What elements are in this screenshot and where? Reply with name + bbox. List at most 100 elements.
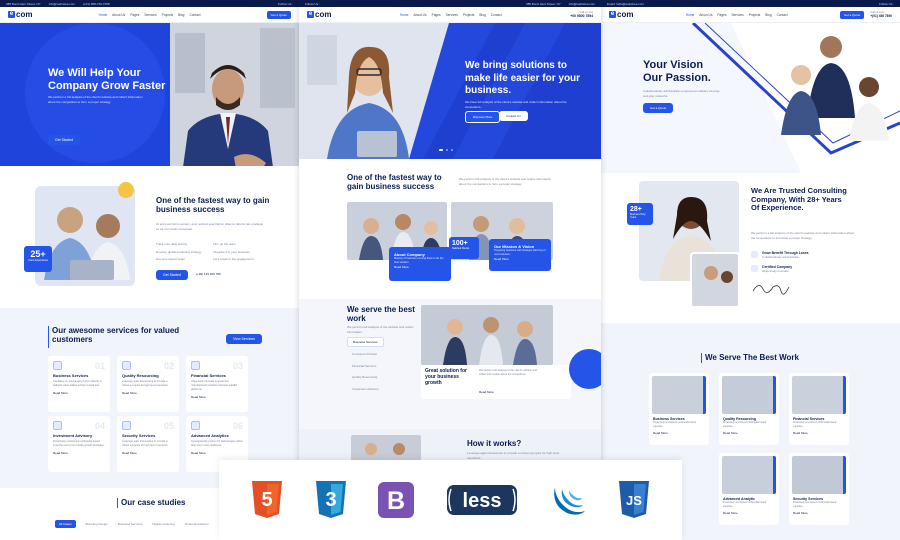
work-card[interactable]: Security Services Proactively envisioned… [789, 453, 849, 525]
nav-about[interactable]: About Us [112, 13, 125, 17]
case-filter-tabs: All Cases Branding Design Business Servi… [55, 520, 209, 528]
service-number: 02 [163, 361, 174, 371]
nav-services[interactable]: Services [446, 13, 458, 17]
view-services-button[interactable]: View Services [226, 334, 262, 344]
nav-services[interactable]: Services [144, 13, 156, 17]
card-text: Proactively envisioned multimedia based … [723, 421, 767, 428]
nav-pages[interactable]: Pages [717, 13, 726, 17]
read-more-link[interactable]: Read More [789, 431, 849, 435]
slider-dot[interactable] [451, 149, 453, 151]
read-more-link[interactable]: Read More [191, 451, 243, 455]
slider-dot[interactable] [439, 149, 443, 151]
read-more-link[interactable]: Read More [719, 431, 779, 435]
site-logo[interactable]: e com [609, 10, 633, 19]
header-phone[interactable]: Call us now +(01) 456 7890 [870, 11, 892, 18]
best-work-title: We serve the best work [347, 305, 415, 324]
nav-blog[interactable]: Blog [479, 13, 485, 17]
get-quote-button[interactable]: Get a Quote [839, 10, 865, 19]
tab-financial-services[interactable]: Financial Services [347, 362, 384, 371]
tab-consumer-product[interactable]: Consumer Product [347, 350, 384, 359]
team-photo [35, 182, 135, 286]
tab-business-services[interactable]: Business Services [118, 520, 143, 528]
nav-about[interactable]: About Us [413, 13, 426, 17]
follow-us-text: Follow Us : [278, 1, 293, 6]
about-company-card[interactable]: About Company Mission of business runnin… [389, 247, 451, 281]
nav-blog[interactable]: Blog [178, 13, 184, 17]
mission-card[interactable]: Our Mission & Vision Preparing business … [489, 239, 551, 271]
tab-quality-resourcing[interactable]: Quality Resourcing [347, 373, 384, 382]
nav-pages[interactable]: Pages [130, 13, 139, 17]
address-text: 385 Bond Hent Street, NY [526, 1, 561, 6]
get-quote-button[interactable]: Get a Quote [266, 10, 291, 19]
read-more-link[interactable]: Read More [191, 395, 243, 399]
logo-text: com [315, 10, 332, 19]
feature-item: Firm up the team [213, 242, 236, 246]
about-title: One of the fastest way to gain business … [156, 196, 270, 215]
jquery-logo [553, 487, 585, 515]
service-card[interactable]: 03 Financial Services Objectively innova… [186, 356, 248, 412]
work-card[interactable]: Business Services Proactively envisioned… [649, 373, 709, 445]
nav-contact[interactable]: Contact [777, 13, 788, 17]
service-tabs: Business Services Consumer Product Finan… [347, 337, 384, 393]
nav-about[interactable]: About Us [699, 13, 712, 17]
service-card[interactable]: 01 Business Services Capitalise on low h… [48, 356, 110, 412]
nav-pages[interactable]: Pages [432, 13, 441, 17]
card-photo [652, 376, 706, 414]
site-logo[interactable]: e com [307, 10, 331, 19]
fastest-text: We perform full analysis of the client's… [459, 177, 552, 186]
case-studies-title: Our case studies [121, 498, 186, 507]
about-phone[interactable]: (+99) 123 456 789 [196, 272, 221, 277]
read-more-link[interactable]: Read More [394, 265, 446, 269]
tab-digital-marketing[interactable]: Digital marketing [152, 520, 174, 528]
read-more-link[interactable]: Read More [53, 391, 105, 395]
read-more-link[interactable]: Read More [53, 451, 105, 455]
read-more-link[interactable]: Read More [789, 511, 849, 515]
site-logo[interactable]: e com [8, 10, 32, 19]
read-more-link[interactable]: Read More [719, 511, 779, 515]
main-navigation: e com Home About Us Pages Services Proje… [601, 7, 900, 23]
nav-services[interactable]: Services [731, 13, 743, 17]
tab-business-services[interactable]: Business Services [347, 337, 384, 347]
nav-contact[interactable]: Contact [491, 13, 502, 17]
tab-financial-advisory[interactable]: Financial advisory [185, 520, 209, 528]
hero-title: Your Vision Our Passion. [643, 59, 711, 84]
nav-blog[interactable]: Blog [765, 13, 771, 17]
nav-projects[interactable]: Projects [463, 13, 475, 17]
contact-us-button[interactable]: Contact Us [499, 111, 528, 121]
nav-home[interactable]: Home [99, 13, 108, 17]
nav-home[interactable]: Home [400, 13, 409, 17]
nav-projects[interactable]: Projects [162, 13, 174, 17]
css3-shield: 3 [316, 481, 347, 518]
tab-all-cases[interactable]: All Cases [55, 520, 76, 528]
about-get-started-button[interactable]: Get Started [156, 270, 188, 280]
discover-more-button[interactable]: Discover More [465, 111, 501, 123]
read-more-link[interactable]: Read More [479, 390, 494, 394]
work-card[interactable]: Financial Services Proactively envisione… [789, 373, 849, 445]
card-text: Preparing business with strategic planni… [494, 249, 546, 256]
header-phone[interactable]: Call us now +00 9800 7894 [570, 11, 593, 18]
how-text: Leverage agile frameworks to provide a r… [467, 451, 560, 460]
service-card[interactable]: 02 Quality Resourcing Leverage agile fra… [117, 356, 179, 412]
service-icon [53, 421, 62, 430]
nav-projects[interactable]: Projects [749, 13, 761, 17]
slider-dot[interactable] [446, 149, 448, 151]
work-card[interactable]: Advanced Analytic Proactively envisioned… [719, 453, 779, 525]
read-more-link[interactable]: Read More [122, 391, 174, 395]
work-card[interactable]: Quality Resourcing Proactively envisione… [719, 373, 779, 445]
read-more-link[interactable]: Read More [122, 451, 174, 455]
service-title: Advanced Analytics [191, 433, 229, 438]
tab-branding-design[interactable]: Branding Design [86, 520, 108, 528]
best-work-section: We serve the best work We perform full a… [299, 299, 601, 429]
service-card[interactable]: 04 Investment Advisory Proactively envis… [48, 416, 110, 472]
service-card[interactable]: 05 Security Services Leverage agile fram… [117, 416, 179, 472]
nav-home[interactable]: Home [686, 13, 695, 17]
read-more-link[interactable]: Read More [494, 257, 546, 261]
get-started-button[interactable]: Get Started [48, 135, 80, 145]
tab-investment-advisory[interactable]: Investment Advisory [347, 385, 384, 394]
bootstrap-glyph: B [387, 487, 405, 515]
card-photo [722, 376, 776, 414]
nav-contact[interactable]: Contact [189, 13, 200, 17]
hero-get-quote-button[interactable]: Get a Quote [643, 103, 674, 113]
title-accent [117, 498, 118, 508]
read-more-link[interactable]: Read More [649, 431, 709, 435]
